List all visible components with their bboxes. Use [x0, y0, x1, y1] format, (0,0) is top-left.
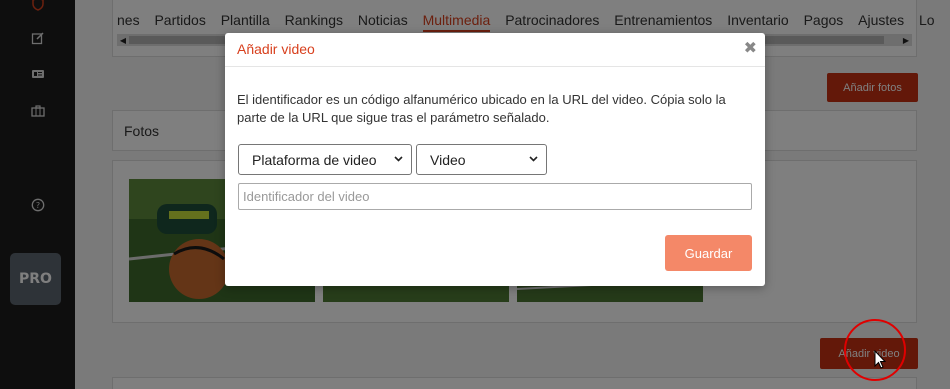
add-video-modal: Añadir video ✖ El identificador es un có… — [225, 33, 765, 286]
chevron-down-icon — [394, 156, 403, 162]
video-id-placeholder: Identificador del video — [243, 189, 370, 204]
mouse-cursor-icon — [874, 350, 887, 369]
video-id-input[interactable]: Identificador del video — [238, 183, 752, 210]
modal-header: Añadir video ✖ — [225, 33, 765, 67]
close-icon[interactable]: ✖ — [744, 38, 757, 57]
modal-description: El identificador es un código alfanuméri… — [237, 92, 726, 125]
type-select-value: Video — [430, 151, 466, 168]
platform-select-value: Plataforma de video — [252, 151, 377, 168]
platform-select[interactable]: Plataforma de video — [238, 144, 412, 175]
save-button[interactable]: Guardar — [665, 235, 752, 271]
modal-title: Añadir video — [237, 41, 315, 57]
chevron-down-icon — [529, 156, 538, 162]
type-select[interactable]: Video — [416, 144, 547, 175]
